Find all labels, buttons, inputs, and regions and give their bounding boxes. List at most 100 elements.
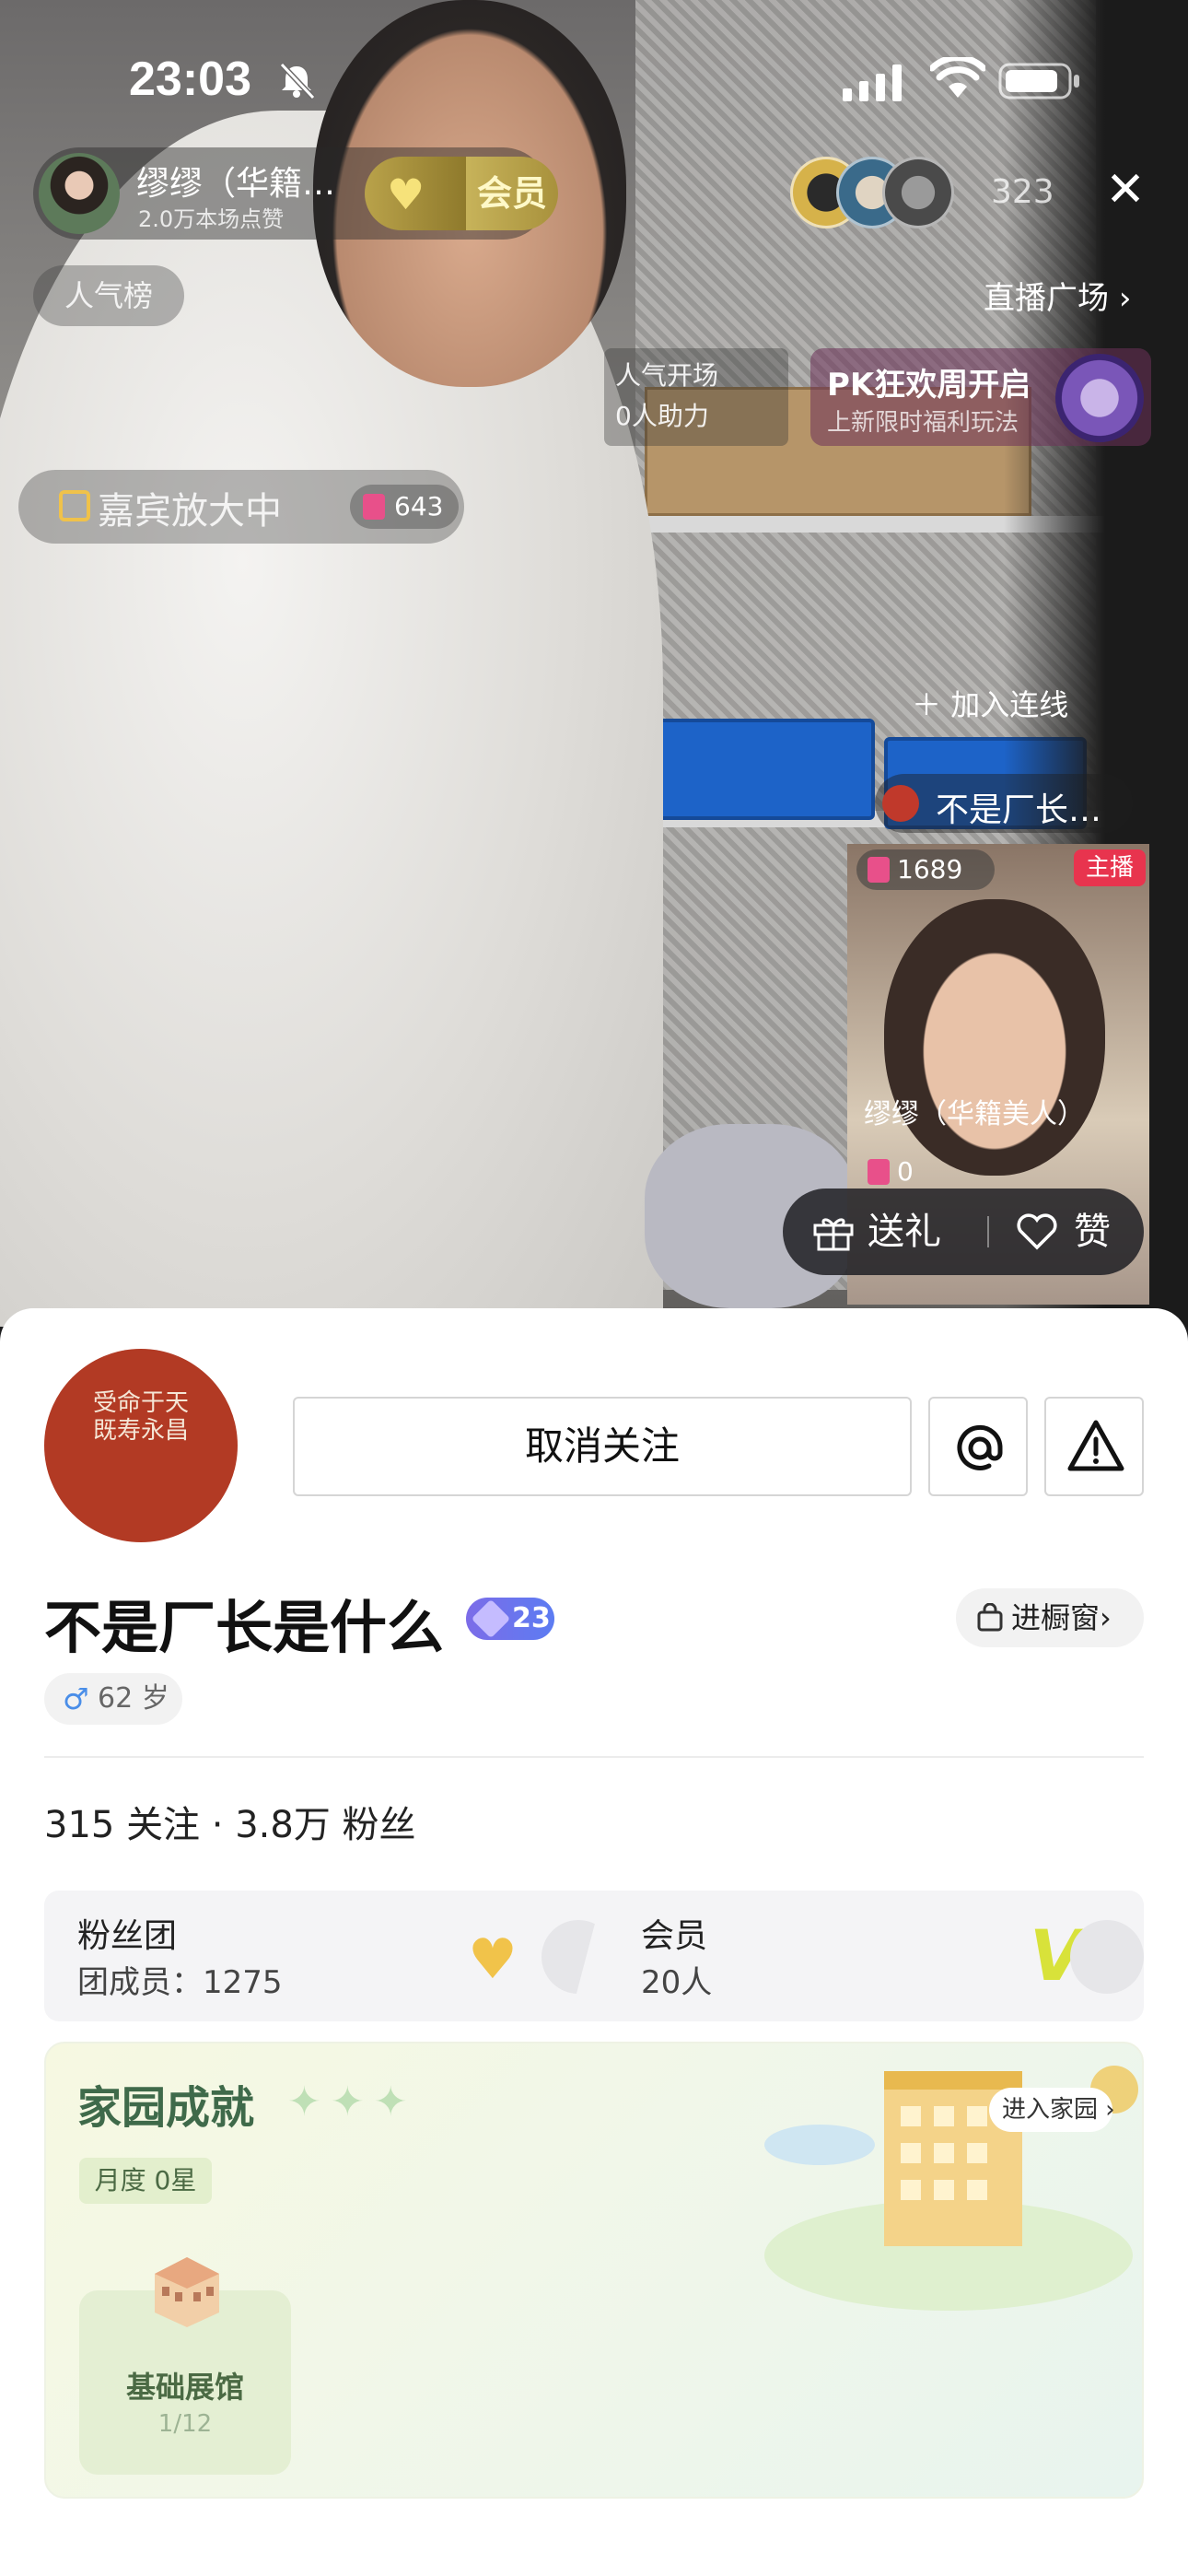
status-time: 23:03 [129, 53, 251, 106]
wifi-icon [930, 57, 985, 98]
host-info-bar[interactable]: 缪缪（华籍… 2.0万本场点赞 ♥ 会员 [33, 147, 558, 240]
seal-line-2: 既寿永昌 [92, 1417, 189, 1445]
sparkle-stars-icon: ✦✦✦ [287, 2078, 417, 2125]
host-avatar[interactable] [39, 153, 120, 234]
male-icon: ♂ [63, 1681, 89, 1716]
shopping-bag-icon [977, 1603, 1003, 1632]
cohost-name: 缪缪（华籍美人） [864, 1098, 1085, 1130]
live-square-link[interactable]: 直播广场 › [984, 273, 1131, 318]
cellular-signal-icon [843, 64, 902, 101]
popularity-rank-button[interactable]: 人气榜 [33, 265, 184, 326]
shop-label: 进橱窗 [1011, 1600, 1101, 1635]
host-tag: 主播 [1074, 849, 1146, 886]
live-square-label: 直播广场 [984, 280, 1109, 317]
fanclub-members: 团成员：1275 [77, 1964, 283, 2001]
viewer-list[interactable]: 323 [790, 157, 1066, 230]
guest-name-pill[interactable]: 不是厂长… [875, 774, 1133, 833]
join-connection-button[interactable]: ＋ 加入连线 [912, 682, 1068, 724]
viewer-count[interactable]: 323 [991, 173, 1054, 211]
member-button[interactable]: 会员 [466, 157, 558, 230]
cohost-face [884, 899, 1105, 1176]
member-count: 20人 [641, 1964, 713, 2001]
heart-plus-icon: ♥ [387, 170, 425, 219]
popularity-line2: 0人助力 [615, 401, 709, 431]
cohost-gift-count-value: 1689 [897, 854, 963, 884]
shop-window-button[interactable]: 进橱窗› [956, 1588, 1144, 1647]
level-value: 23 [512, 1602, 551, 1634]
battery-icon [998, 63, 1079, 100]
gender-age-pill: ♂ 62 岁 [44, 1673, 182, 1725]
join-label: 加入连线 [950, 687, 1069, 722]
profile-avatar[interactable]: 受命于天 既寿永昌 [44, 1349, 238, 1542]
chevron-right-icon: › [1098, 2096, 1115, 2124]
enter-home-label: 进入家园 [1002, 2096, 1099, 2124]
close-icon[interactable]: ✕ [1101, 166, 1149, 214]
plus-icon: ＋ [912, 687, 951, 722]
guest-gift-count: 643 [350, 485, 459, 529]
guest-zoom-label: 嘉宾放大中 [98, 490, 282, 533]
video-bin [635, 719, 875, 820]
pk-title: PK狂欢周开启 [827, 367, 1031, 404]
tile-progress: 1/12 [157, 2410, 213, 2438]
fan-heart-icon: ♥ [468, 1927, 518, 1992]
warning-icon [1067, 1420, 1124, 1471]
pk-badge-icon [1055, 354, 1144, 442]
member-title: 会员 [641, 1917, 708, 1955]
at-icon [957, 1424, 1003, 1470]
fan-club-join-button[interactable]: ♥ [365, 157, 466, 230]
seal-line-1: 受命于天 [92, 1389, 189, 1417]
like-label: 赞 [1074, 1211, 1111, 1253]
gift-label: 送礼 [868, 1211, 941, 1253]
pk-event-banner[interactable]: PK狂欢周开启 上新限时福利玩法 [810, 348, 1151, 446]
guest-avatar [882, 785, 919, 822]
viewer-avatar[interactable] [882, 157, 954, 228]
unfollow-button[interactable]: 取消关注 [293, 1397, 912, 1496]
send-gift-button[interactable]: 送礼 [812, 1188, 941, 1275]
section-divider [44, 1756, 1144, 1758]
mention-button[interactable] [928, 1397, 1028, 1496]
cohost-zero-count: 0 [856, 1152, 930, 1192]
gift-ticket-icon [363, 494, 385, 520]
heart-icon [1017, 1213, 1057, 1250]
gift-icon [813, 1218, 854, 1251]
home-achievement-card[interactable]: 家园成就 ✦✦✦ 月度 0星 进入家园 › 基础展馆 1/12 [44, 2042, 1144, 2499]
cohost-zero-value: 0 [897, 1156, 914, 1187]
small-building-icon [155, 2257, 219, 2327]
level-badge[interactable]: 23 [466, 1598, 554, 1640]
fan-club-card[interactable]: 粉丝团 团成员：1275 ♥ [44, 1891, 606, 2021]
guest-name: 不是厂长… [936, 791, 1102, 829]
status-bar: 23:03 [0, 0, 1188, 157]
gem-icon [471, 1598, 511, 1639]
gift-ticket-icon [868, 1159, 890, 1185]
member-badge-icon [1070, 1920, 1144, 1994]
like-button[interactable]: 赞 [1015, 1188, 1111, 1275]
follow-stats[interactable]: 315 关注 · 3.8万 粉丝 [44, 1795, 416, 1848]
divider [987, 1216, 989, 1247]
home-title: 家园成就 [77, 2082, 255, 2134]
monthly-stars: 月度 0星 [79, 2158, 212, 2204]
silent-bell-icon [279, 62, 316, 100]
report-button[interactable] [1044, 1397, 1144, 1496]
enter-home-button[interactable]: 进入家园 › [989, 2088, 1115, 2132]
member-card[interactable]: 会员 20人 V [569, 1891, 1144, 2021]
chevron-right-icon: › [1100, 1600, 1112, 1635]
profile-sheet: 受命于天 既寿永昌 取消关注 不是厂长是什么 23 进橱窗› ♂ 62 岁 31… [0, 1308, 1188, 2576]
popularity-line1: 人气开场 [615, 360, 719, 391]
building-illustration [764, 2066, 1138, 2311]
chevron-right-icon: › [1118, 280, 1132, 317]
achievement-tile[interactable]: 基础展馆 1/12 [79, 2257, 291, 2475]
pk-subtitle: 上新限时福利玩法 [827, 409, 1019, 437]
profile-name: 不是厂长是什么 [44, 1594, 445, 1661]
avatar-seal-text: 受命于天 既寿永昌 [81, 1389, 201, 1500]
guest-zoom-pill[interactable]: 嘉宾放大中 643 [18, 470, 464, 544]
popularity-boost-widget[interactable]: 人气开场 0人助力 [604, 348, 788, 446]
gift-ticket-icon [868, 857, 890, 883]
fanclub-title: 粉丝团 [77, 1917, 178, 1955]
host-likes-count: 2.0万本场点赞 [138, 206, 285, 232]
zoom-frame-icon [59, 490, 90, 521]
host-name: 缪缪（华籍… [136, 165, 336, 203]
cohost-gift-count: 1689 [856, 849, 995, 890]
gift-like-bar: 送礼 赞 [783, 1188, 1144, 1275]
guest-gift-count-value: 643 [394, 491, 444, 521]
tile-name: 基础展馆 [125, 2370, 244, 2405]
